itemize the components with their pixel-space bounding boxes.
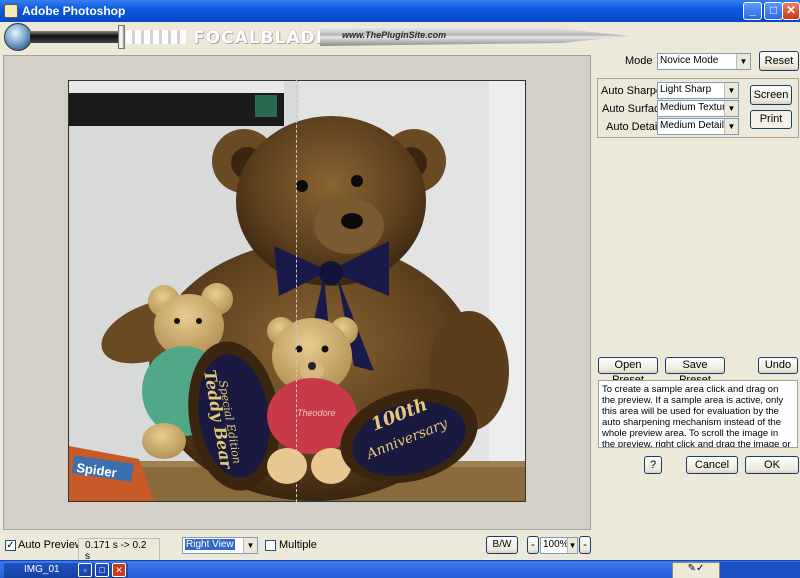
zoom-out-button[interactable]: -: [527, 536, 539, 554]
auto-preview-checkbox[interactable]: ✓: [5, 540, 16, 551]
cancel-button[interactable]: Cancel: [686, 456, 738, 474]
multiple-checkbox[interactable]: [265, 540, 276, 551]
preview-image[interactable]: Spider Special Edition Teddy Bear Theodo…: [68, 80, 526, 502]
window-title: Adobe Photoshop: [22, 4, 126, 18]
auto-details-value: Medium Details: [660, 120, 729, 131]
undo-button[interactable]: Undo: [758, 357, 798, 374]
blade-stripes: [126, 30, 186, 44]
close-icon[interactable]: ✕: [112, 563, 126, 577]
checkmark-icon: ✓: [6, 540, 15, 551]
chevron-down-icon[interactable]: ▼: [736, 54, 750, 69]
bw-button[interactable]: B/W: [486, 536, 518, 554]
focalblade-banner: FOCALBLADE www.ThePluginSite.com: [0, 22, 800, 52]
maximize-icon[interactable]: □: [95, 563, 109, 577]
close-icon[interactable]: ✕: [782, 2, 800, 20]
minimize-icon[interactable]: _: [743, 2, 762, 20]
chevron-down-icon[interactable]: ▼: [724, 83, 738, 98]
auto-sharpen-select[interactable]: Light Sharp ▼: [657, 82, 739, 99]
photoshop-icon: [4, 4, 18, 18]
chevron-down-icon[interactable]: ▼: [243, 538, 257, 553]
blade-handle: [30, 31, 120, 43]
split-view-divider[interactable]: [296, 80, 297, 502]
help-text: To create a sample area click and drag o…: [598, 380, 798, 448]
mode-label: Mode: [625, 55, 653, 67]
mode-value: Novice Mode: [660, 55, 719, 66]
tray-area: [720, 562, 800, 578]
zoom-select[interactable]: 100% ▼: [540, 537, 578, 554]
blade-guard: [118, 25, 125, 49]
reset-button[interactable]: Reset: [759, 51, 799, 71]
multiple-label: Multiple: [279, 539, 317, 551]
chevron-down-icon[interactable]: ▼: [724, 119, 738, 134]
site-url: www.ThePluginSite.com: [342, 30, 447, 40]
blade-pommel: [4, 23, 32, 51]
view-value: Right View: [185, 539, 235, 550]
taskbar: IMG_01 ▫ □ ✕ ✎✓: [0, 560, 800, 578]
zoom-in-button[interactable]: -: [579, 536, 591, 554]
zoom-value: 100%: [543, 539, 569, 550]
taskbar-item-image[interactable]: IMG_01: [4, 563, 128, 578]
view-select[interactable]: Right View ▼: [182, 537, 258, 554]
tray-icons[interactable]: ✎✓: [672, 562, 720, 578]
task-label: IMG_01: [24, 564, 60, 575]
screen-button[interactable]: Screen: [750, 85, 792, 105]
teddy-bear-photo: Spider Special Edition Teddy Bear Theodo…: [69, 81, 525, 501]
brand-logo: FOCALBLADE: [193, 28, 329, 48]
auto-surface-select[interactable]: Medium Textured ▼: [657, 100, 739, 117]
save-preset-button[interactable]: Save Preset: [665, 357, 725, 386]
minimize-icon[interactable]: ▫: [78, 563, 92, 577]
maximize-icon[interactable]: □: [764, 2, 783, 20]
chevron-down-icon[interactable]: ▼: [567, 538, 577, 553]
help-button[interactable]: ?: [644, 456, 662, 474]
open-preset-button[interactable]: Open Preset: [598, 357, 658, 386]
auto-preview-label: Auto Preview: [18, 539, 83, 551]
ok-button[interactable]: OK: [745, 456, 799, 474]
shirt-text: Theodore: [297, 408, 336, 418]
print-button[interactable]: Print: [750, 110, 792, 129]
chevron-down-icon[interactable]: ▼: [724, 101, 738, 116]
auto-details-select[interactable]: Medium Details ▼: [657, 118, 739, 135]
auto-sharpen-value: Light Sharp: [660, 84, 712, 95]
mode-select[interactable]: Novice Mode ▼: [657, 53, 751, 70]
title-bar: Adobe Photoshop _ □ ✕: [0, 0, 800, 22]
